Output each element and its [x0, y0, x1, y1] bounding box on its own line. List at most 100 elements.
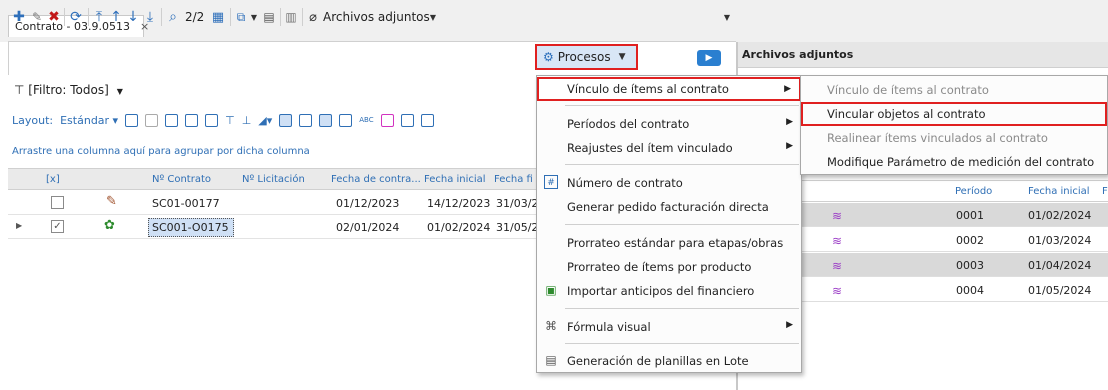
column-chooser-icon[interactable]: [165, 113, 179, 127]
fecha-fin: 31/03/2: [496, 197, 539, 210]
move-down-icon[interactable]: [205, 113, 219, 127]
layout-option-icon[interactable]: [319, 113, 333, 127]
menu-item-periodos[interactable]: Períodos del contrato ▶: [537, 112, 801, 136]
chevron-down-icon: ▼: [116, 87, 123, 96]
toolbar-separator: [161, 8, 162, 26]
fecha-contrato: 02/01/2024: [336, 221, 400, 234]
previous-record-icon[interactable]: ↑: [109, 8, 123, 26]
attachments-button[interactable]: Archivos adjuntos: [323, 10, 430, 24]
grid-view-icon[interactable]: ▦: [210, 8, 226, 26]
row-checkbox[interactable]: [51, 196, 64, 209]
search-icon[interactable]: ⌕: [165, 8, 181, 26]
import-icon: ▣: [545, 283, 557, 297]
column-header-fecha-contrato[interactable]: Fecha de contra...: [331, 174, 421, 185]
column-header-contrato[interactable]: Nº Contrato: [152, 174, 211, 185]
color-icon[interactable]: [380, 113, 394, 127]
last-record-icon[interactable]: ⤓: [143, 8, 157, 26]
submenu-item-vincular-objetos[interactable]: Vincular objetos al contrato: [801, 102, 1107, 126]
column-header-periodo[interactable]: Período: [955, 186, 992, 197]
column-header-select[interactable]: [x]: [46, 174, 60, 185]
fecha-inicial: 01/05/2024: [1028, 284, 1092, 297]
chevron-down-icon[interactable]: ▼: [428, 8, 438, 26]
column-header-fecha-inicial[interactable]: Fecha inicial: [1028, 186, 1090, 197]
collapse-icon[interactable]: [145, 113, 159, 127]
column-header-fecha-fin[interactable]: Fecha fi: [494, 174, 533, 185]
filter-up-icon[interactable]: ⊤: [225, 114, 235, 127]
expand-icon[interactable]: [125, 113, 139, 127]
contrato-number: SC001-O0175: [152, 221, 229, 234]
menu-item-formula-visual[interactable]: ⌘ Fórmula visual ▶: [537, 315, 801, 339]
periodo: 0002: [956, 234, 984, 247]
menu-item-generacion-planillas[interactable]: ▤ Generación de planillas en Lote: [537, 349, 801, 373]
submenu-item-modifique-parametro[interactable]: Modifique Parámetro de medición del cont…: [801, 150, 1107, 174]
procesos-menu: Vínculo de ítems al contrato ▶ Períodos …: [536, 75, 802, 373]
export-icon[interactable]: ⧉: [234, 8, 248, 26]
layout-option-icon[interactable]: [339, 113, 353, 127]
submenu-item-realinear-items[interactable]: Realinear ítems vinculados al contrato: [801, 126, 1107, 150]
chevron-right-icon: ▶: [786, 141, 793, 151]
menu-item-reajustes[interactable]: Reajustes del ítem vinculado ▶: [537, 136, 801, 160]
column-header-f[interactable]: F: [1102, 186, 1108, 197]
menu-item-vinculo-items[interactable]: Vínculo de ítems al contrato ▶: [537, 77, 801, 101]
diagram-icon: ⌘: [545, 319, 557, 333]
chevron-down-icon[interactable]: ▼: [722, 8, 732, 26]
layout-bar: Layout: Estándar ▾ ⊤ ⊥ ◢▾ ABC: [8, 108, 538, 132]
delete-icon[interactable]: ✖: [47, 8, 61, 26]
contrato-number: SC01-00177: [152, 197, 220, 210]
filter-icon: ⊤: [14, 83, 29, 97]
attachments-pane-header: Archivos adjuntos: [736, 42, 1108, 68]
vinculo-submenu: Vínculo de ítems al contrato Vincular ob…: [800, 75, 1108, 175]
menu-item-prorrateo-producto[interactable]: Prorrateo de ítems por producto: [537, 255, 801, 279]
wave-icon: ≋: [832, 234, 843, 248]
row-checkbox[interactable]: ✓: [51, 220, 64, 233]
video-icon[interactable]: ▶: [697, 50, 721, 66]
layout-option-icon[interactable]: [299, 113, 313, 127]
refresh-icon[interactable]: ⟳: [68, 8, 84, 26]
menu-separator: [565, 224, 799, 225]
fecha-inicial: 01/02/2024: [1028, 209, 1092, 222]
gear-icon: ⚙: [543, 50, 554, 64]
move-up-icon[interactable]: [185, 113, 199, 127]
chart-icon[interactable]: ◢▾: [258, 114, 272, 127]
next-record-icon[interactable]: ↓: [126, 8, 140, 26]
page-counter: 2/2: [185, 10, 205, 24]
abc-icon[interactable]: ABC: [359, 116, 373, 124]
layout-option-icon[interactable]: [279, 113, 293, 127]
column-header-licitacion[interactable]: Nº Licitación: [242, 174, 305, 185]
add-icon[interactable]: ✚: [12, 8, 26, 26]
toolbar-separator: [302, 8, 303, 26]
first-record-icon[interactable]: ⤒: [92, 8, 106, 26]
report-icon[interactable]: ▥: [284, 8, 298, 26]
menu-separator: [565, 164, 799, 165]
group-hint: Arrastre una columna aquí para agrupar p…: [12, 146, 310, 157]
toolbar-separator: [280, 8, 281, 26]
paperclip-icon: ⌀: [309, 9, 317, 25]
document-icon[interactable]: ▤: [262, 8, 276, 26]
layout-dropdown[interactable]: Estándar ▾: [60, 114, 118, 127]
filter-down-icon[interactable]: ⊥: [242, 114, 252, 127]
menu-item-generar-pedido[interactable]: Generar pedido facturación directa: [537, 195, 801, 219]
procesos-button[interactable]: ⚙ Procesos ▼: [535, 44, 638, 70]
spreadsheet-icon: ▤: [545, 353, 557, 367]
menu-separator: [565, 343, 799, 344]
menu-separator: [565, 308, 799, 309]
add-column-icon[interactable]: [400, 113, 414, 127]
menu-item-numero-contrato[interactable]: # Número de contrato: [537, 171, 801, 195]
filter-label: [Filtro: Todos]: [28, 83, 109, 97]
filter-selector[interactable]: ⊤ [Filtro: Todos] ▼: [14, 83, 123, 97]
periodo: 0004: [956, 284, 984, 297]
menu-item-prorrateo-estandar[interactable]: Prorrateo estándar para etapas/obras: [537, 231, 801, 255]
chevron-down-icon[interactable]: ▼: [619, 52, 626, 62]
chevron-down-icon[interactable]: ▼: [249, 8, 259, 26]
document-icon[interactable]: [420, 113, 434, 127]
fecha-inicial: 01/04/2024: [1028, 259, 1092, 272]
submenu-item-vinculo-items[interactable]: Vínculo de ítems al contrato: [801, 78, 1107, 102]
contract-active-icon: ✿: [104, 218, 115, 233]
edit-icon[interactable]: ✎: [30, 8, 44, 26]
chevron-right-icon: ▶: [784, 84, 791, 94]
menu-item-importar-anticipos[interactable]: ▣ Importar anticipos del financiero: [537, 279, 801, 303]
toolbar-separator: [88, 8, 89, 26]
wave-icon: ≋: [832, 209, 843, 223]
fecha-inicial: 01/03/2024: [1028, 234, 1092, 247]
column-header-fecha-inicial[interactable]: Fecha inicial: [424, 174, 486, 185]
